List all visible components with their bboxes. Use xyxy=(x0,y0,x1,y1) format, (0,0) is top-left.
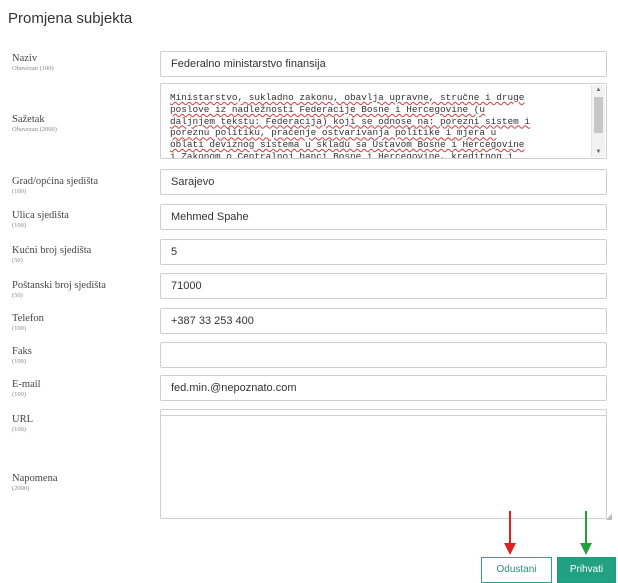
naziv-label-group: Naziv Obavezan (100) xyxy=(12,53,54,73)
email-field[interactable]: fed.min.@nepoznato.com xyxy=(160,375,607,401)
grad-label: Grad/općina sjedišta xyxy=(12,176,99,187)
scroll-down-icon[interactable]: ▼ xyxy=(592,147,605,157)
email-label: E-mail xyxy=(12,379,41,390)
sazetak-line: oblati deviznog sistema u skladu sa Usta… xyxy=(170,139,525,151)
faks-label: Faks xyxy=(12,346,32,357)
sazetak-label-group: Sažetak Obavezan (2000) xyxy=(12,114,57,134)
sazetak-line: poslove iz nadležnosti Federacije Bosne … xyxy=(170,103,486,115)
url-hint: (100) xyxy=(12,426,27,433)
sazetak-line: i Zakonom o Centralnoj banci Bosne i Her… xyxy=(170,150,514,159)
url-label-group: URL (100) xyxy=(12,414,33,434)
naziv-hint: Obavezan (100) xyxy=(12,65,54,72)
email-hint: (100) xyxy=(12,391,27,398)
sazetak-label: Sažetak xyxy=(12,114,45,125)
kucni-broj-label-group: Kućni broj sjedišta (50) xyxy=(12,245,91,265)
grad-field[interactable]: Sarajevo xyxy=(160,169,607,195)
napomena-label: Napomena xyxy=(12,473,58,484)
accept-button[interactable]: Prihvati xyxy=(557,557,616,583)
kucni-broj-hint: (50) xyxy=(12,257,23,264)
scroll-up-icon[interactable]: ▲ xyxy=(592,85,605,95)
naziv-label: Naziv xyxy=(12,53,38,64)
red-arrow-icon xyxy=(504,511,516,555)
scrollbar-thumb[interactable] xyxy=(594,97,603,133)
sazetak-hint: Obavezan (2000) xyxy=(12,126,57,133)
napomena-label-group: Napomena (2000) xyxy=(12,473,57,493)
telefon-label-group: Telefon (100) xyxy=(12,313,44,333)
grad-label-group: Grad/općina sjedišta (100) xyxy=(12,176,98,196)
ulica-field[interactable]: Mehmed Spahe xyxy=(160,204,607,230)
kucni-broj-label: Kućni broj sjedišta xyxy=(12,245,92,256)
green-arrow-icon xyxy=(580,511,592,555)
postanski-broj-label: Poštanski broj sjedišta xyxy=(12,280,106,291)
faks-field[interactable] xyxy=(160,342,607,368)
postanski-broj-hint: (50) xyxy=(12,292,23,299)
napomena-hint: (2000) xyxy=(12,485,30,492)
url-label: URL xyxy=(12,414,33,425)
sazetak-text: Ministarstvo, sukladno zakonu, obavlja u… xyxy=(170,92,588,159)
postanski-broj-label-group: Poštanski broj sjedišta (50) xyxy=(12,280,106,300)
faks-label-group: Faks (100) xyxy=(12,346,32,366)
sazetak-line: daljnjem tekstu: Federacija) koji se odn… xyxy=(170,115,531,127)
sazetak-line: poreznu politiku, praćenje ostvarivanja … xyxy=(170,127,497,139)
resize-handle-icon[interactable]: ◢ xyxy=(606,512,612,521)
telefon-field[interactable]: +387 33 253 400 xyxy=(160,308,607,334)
sazetak-line: Ministarstvo, sukladno zakonu, obavlja u… xyxy=(170,92,525,103)
faks-hint: (100) xyxy=(12,358,27,365)
ulica-label: Ulica sjedišta xyxy=(12,210,69,221)
napomena-textarea[interactable]: ◢ xyxy=(160,415,612,521)
postanski-broj-field[interactable]: 71000 xyxy=(160,273,607,299)
sazetak-textarea[interactable]: Ministarstvo, sukladno zakonu, obavlja u… xyxy=(160,83,607,159)
cancel-button[interactable]: Odustani xyxy=(481,557,552,583)
sazetak-scrollbar[interactable]: ▲ ▼ xyxy=(591,85,605,157)
page-title: Promjena subjekta xyxy=(8,10,133,27)
email-label-group: E-mail (100) xyxy=(12,379,41,399)
grad-hint: (100) xyxy=(12,188,27,195)
ulica-hint: (100) xyxy=(12,222,27,229)
kucni-broj-field[interactable]: 5 xyxy=(160,239,607,265)
telefon-label: Telefon xyxy=(12,313,44,324)
naziv-field[interactable]: Federalno ministarstvo finansija xyxy=(160,51,607,77)
ulica-label-group: Ulica sjedišta (100) xyxy=(12,210,69,230)
telefon-hint: (100) xyxy=(12,325,27,332)
